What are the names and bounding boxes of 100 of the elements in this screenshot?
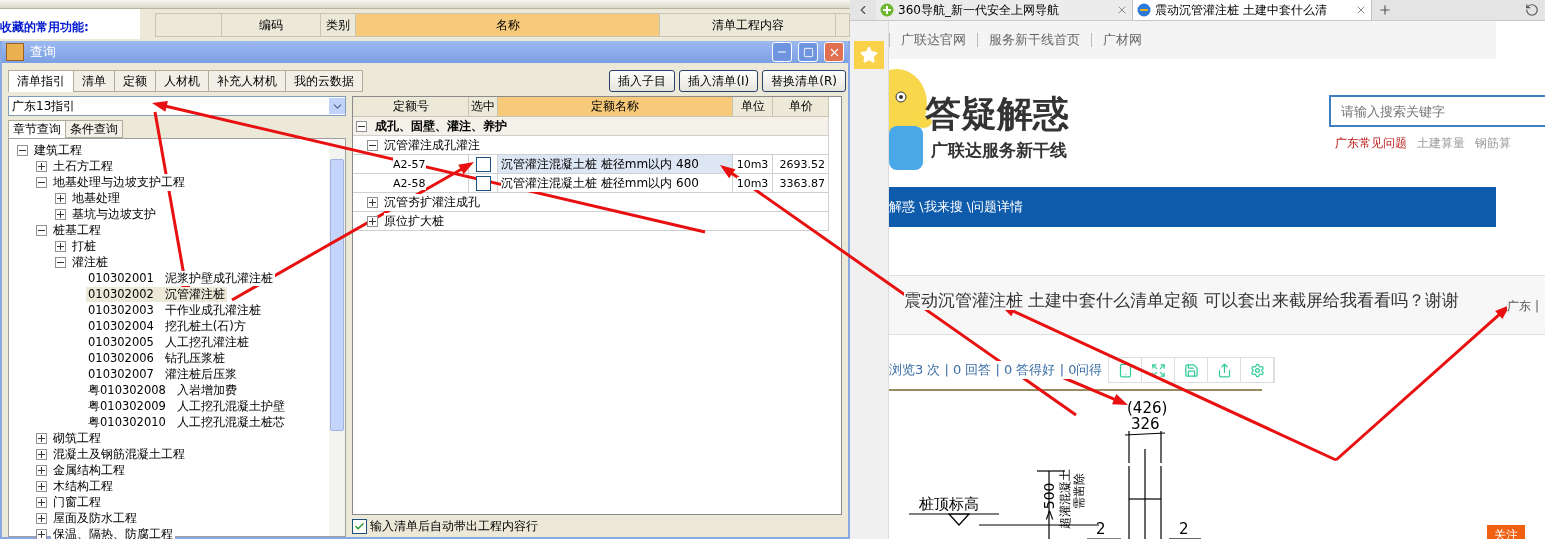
question-stats: 浏览3 次 | 0 回答 | 0 答得好 | 0问得 [889,361,1103,379]
browser-tab[interactable]: 360导航_新一代安全上网导航 [876,0,1133,20]
expand-icon[interactable] [36,160,47,172]
tree-item[interactable]: 010302002 沉管灌注桩 [86,286,227,302]
nav-link[interactable]: 服务新干线首页 [978,31,1091,49]
tree-item[interactable]: 010302001 泥浆护壁成孔灌注桩 [86,270,275,286]
dimension-label: 2 [1179,520,1189,538]
collapse-icon[interactable] [17,144,28,156]
dimension-label: 326 [1131,415,1160,433]
expand-icon[interactable] [36,464,47,476]
tree-item[interactable]: 砌筑工程 [51,429,103,447]
group-label: 成孔、固壁、灌注、养护 [375,117,507,135]
table-cell: 10m3 [736,176,769,190]
dialog-button[interactable]: 替换清单(R) [762,70,846,92]
checkbox[interactable] [352,518,367,534]
tab[interactable]: 条件查询 [65,120,123,138]
table-cell: A2-57 [393,157,426,171]
column-header[interactable]: 定额号 [353,97,469,117]
table-cell: 2693.52 [779,157,825,171]
expand-icon[interactable] [36,448,47,460]
table-cell: 沉管灌注混凝土桩 桩径mm以内 600 [501,174,699,192]
collapse-icon[interactable] [36,176,47,188]
tree-item[interactable]: 010302007 灌注桩后压浆 [86,366,239,382]
tree-item[interactable]: 010302006 钻孔压浆桩 [86,350,227,366]
tab[interactable]: 清单 [73,70,115,92]
expand-icon[interactable] [36,512,47,524]
expand-icon[interactable] [36,480,47,492]
expand-icon[interactable] [36,432,47,444]
tree-item[interactable]: 土石方工程 [51,157,115,175]
checkbox-label: 输入清单后自动带出工程内容行 [370,517,538,535]
check-icon [354,520,365,532]
maximize-button[interactable] [798,42,818,62]
chevron-down-icon[interactable] [329,98,345,114]
hot-link[interactable]: 广东常见问题 [1335,135,1407,152]
expand-icon[interactable] [367,215,378,227]
tab[interactable]: 清单指引 [8,70,74,92]
dimension-label: 2 [1096,520,1106,538]
drawing-label: 超灌混凝土 [1058,469,1072,529]
tab[interactable]: 人材机 [155,70,209,92]
tab[interactable]: 我的云数据 [285,70,363,92]
tree-item[interactable]: 粤010302008 入岩增加费 [86,382,239,398]
column-header[interactable]: 单位 [733,97,773,117]
tree-item[interactable]: 010302004 挖孔桩土(石)方 [86,318,248,334]
logo-title: 答疑解惑 [925,92,1069,136]
scrollbar[interactable] [329,139,345,536]
tree-item[interactable]: 灌注桩 [70,253,110,271]
expand-icon[interactable] [36,496,47,508]
window-title: 查询 [30,43,57,61]
expand-icon[interactable] [36,528,47,539]
dimension-label: >500 [1041,482,1057,521]
group-label: 沉管灌注成孔灌注 [384,136,480,154]
search-field[interactable]: 请输入搜索关键字 [1329,95,1545,127]
nav-link[interactable]: 广联达官网 [890,31,977,49]
favorites-title: 收藏的常用功能: [0,9,140,39]
collapse-icon[interactable] [55,256,66,268]
table-cell: 沉管灌注混凝土桩 桩径mm以内 480 [501,155,699,173]
column-header[interactable]: 单价 [773,97,829,117]
column-header[interactable]: 定额名称 [498,97,733,117]
close-button[interactable] [824,42,844,62]
close-icon[interactable] [1116,4,1128,16]
collapse-icon[interactable] [36,224,47,236]
nav-link[interactable]: 广材网 [1092,31,1153,49]
expand-icon[interactable] [55,240,66,252]
browser-tab[interactable]: 震动沉管灌注桩 土建中套什么清 [1133,0,1372,20]
tree-item[interactable]: 地基处理与边坡支护工程 [51,173,187,191]
tab[interactable]: 章节查询 [8,120,66,138]
drawing-label: 桩顶标高 [919,495,979,513]
dimension-label: (426) [1127,399,1168,417]
tree-item[interactable]: 桩基工程 [51,221,103,239]
guide-dropdown[interactable]: 广东13指引 [8,96,346,116]
tree-item[interactable]: 屋面及防水工程 [51,509,139,527]
breadcrumb: 解惑 \我来搜 \问题详情 [889,187,1496,227]
tree-item[interactable]: 010302003 干作业成孔灌注桩 [86,302,263,318]
tree-item[interactable]: 混凝土及钢筋混凝土工程 [51,445,187,463]
maximize-icon [802,46,814,58]
dialog-button[interactable]: 插入清单(I) [679,70,759,92]
region-label: 广东 | [1507,298,1539,315]
collapse-icon[interactable] [356,120,367,132]
expand-icon[interactable] [55,192,66,204]
drawing-label: 需凿除 [1072,473,1086,509]
tree-item[interactable]: 粤010302009 人工挖孔混凝土护壁 [86,398,287,414]
tree-item[interactable]: 010302005 人工挖孔灌注桩 [86,334,251,350]
column-header[interactable]: 选中 [469,97,498,117]
tree-item[interactable]: 基坑与边坡支护 [70,205,158,223]
tab[interactable]: 定额 [114,70,156,92]
tree-item[interactable]: 建筑工程 [32,141,84,159]
tab[interactable]: 补充人材机 [208,70,286,92]
tree-item[interactable]: 粤010302010 人工挖孔混凝土桩芯 [86,414,287,430]
dialog-button[interactable]: 插入子目 [609,70,676,92]
checkbox[interactable] [475,156,491,172]
close-icon[interactable] [1355,4,1367,16]
expand-icon[interactable] [367,196,378,208]
minimize-button[interactable] [772,42,792,62]
table-cell: 10m3 [736,157,769,171]
column-header[interactable]: 名称 [356,14,660,36]
checkbox[interactable] [475,175,491,191]
expand-icon[interactable] [55,208,66,220]
logo-subtitle: 广联达服务新干线 [931,139,1068,162]
collapse-icon[interactable] [367,139,378,151]
table-cell: 3363.87 [779,176,825,190]
